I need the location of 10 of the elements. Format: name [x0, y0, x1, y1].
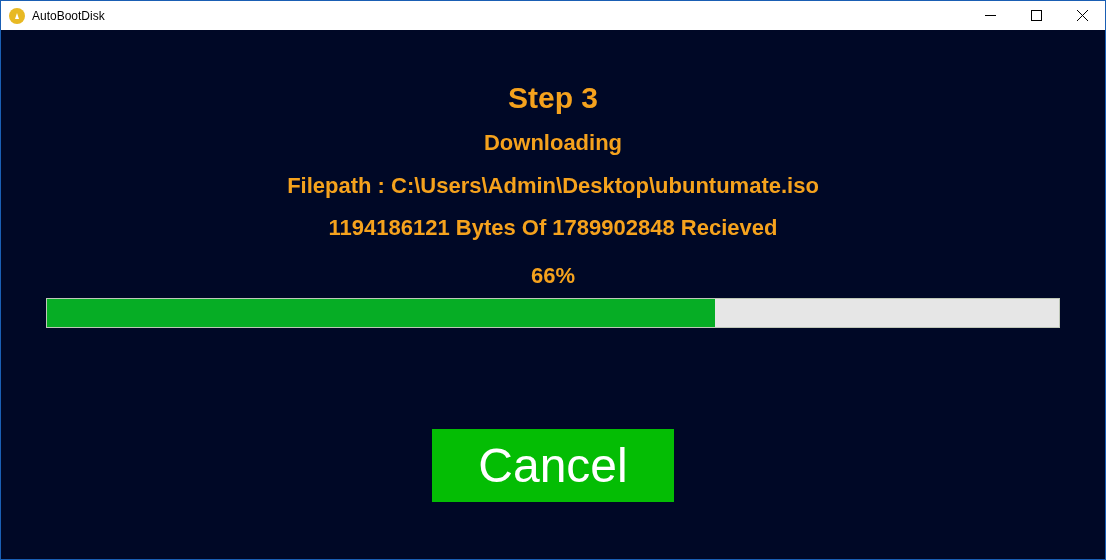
maximize-icon	[1030, 10, 1042, 21]
cancel-button[interactable]: Cancel	[432, 428, 674, 502]
app-icon	[9, 7, 25, 24]
window-title: AutoBootDisk	[32, 8, 106, 23]
bytes-text: 1194186121 Bytes Of 1789902848 Recieved	[328, 214, 778, 242]
percent-text: 66%	[530, 263, 575, 290]
close-icon	[1076, 10, 1088, 21]
filepath-text: Filepath : C:\Users\Admin\Desktop\ubuntumate.iso	[287, 173, 819, 200]
status-text: Downloading	[483, 130, 623, 157]
step-heading: Step 3	[508, 80, 598, 116]
